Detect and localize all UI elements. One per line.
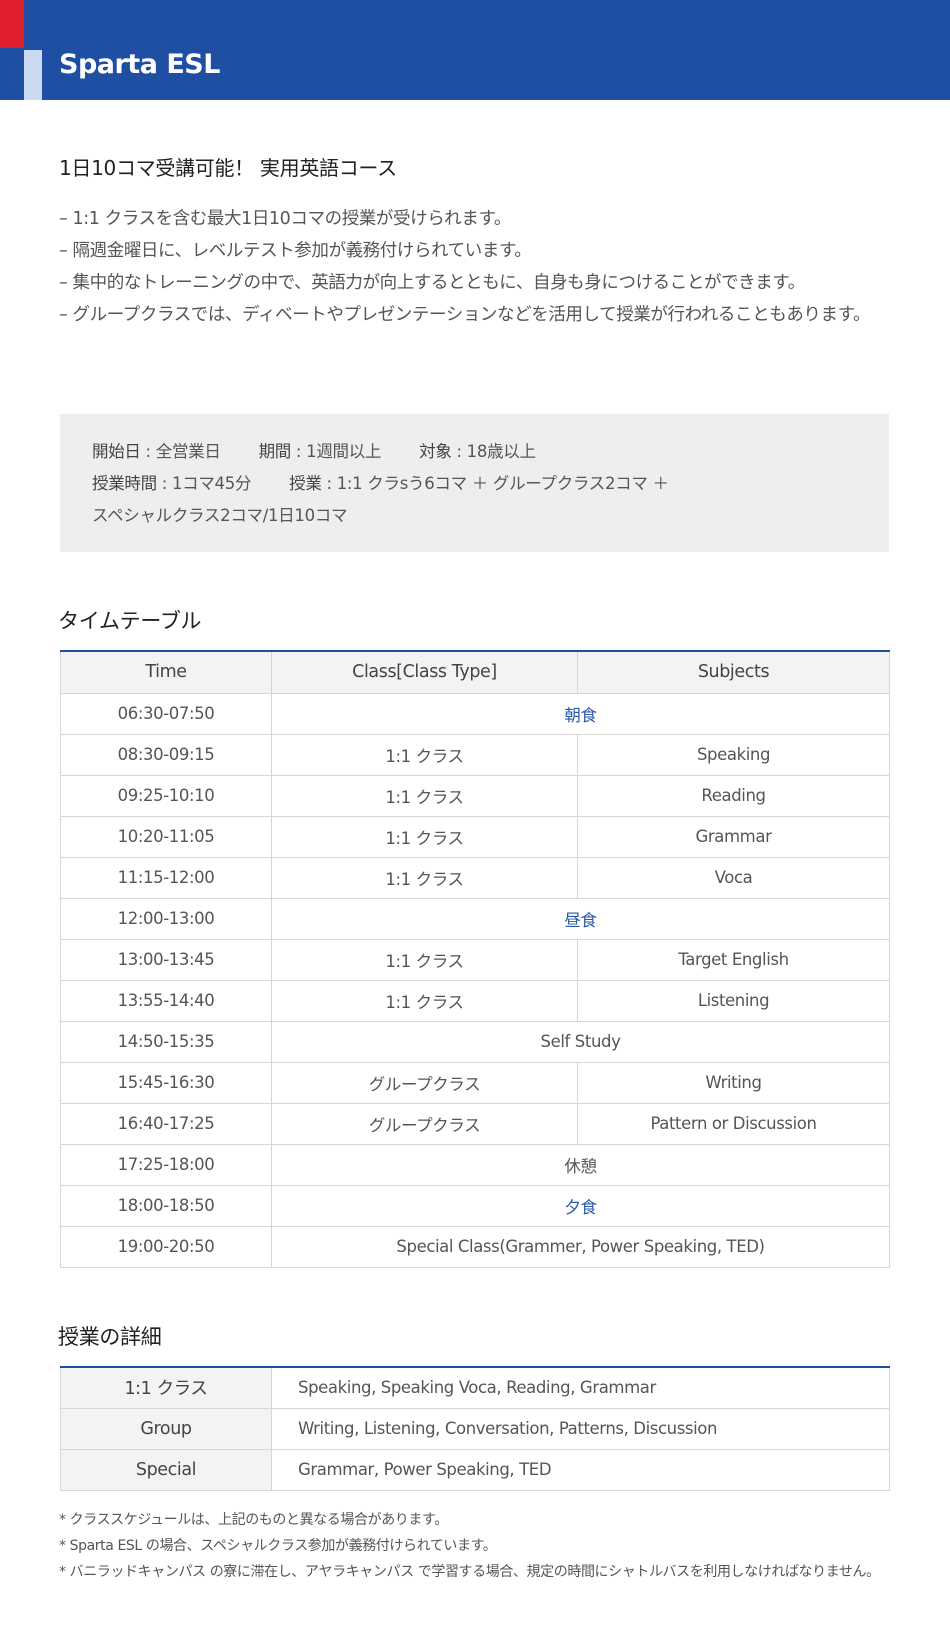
feature-item: – 1:1 クラスを含む最大1日10コマの授業が受けられます。 [59, 209, 511, 229]
table-row: Group Writing, Listening, Conversation, … [60, 1407, 890, 1450]
table-row: Special Grammar, Power Speaking, TED [60, 1448, 890, 1491]
subject-cell: Target English [577, 938, 890, 981]
merged-cell: 夕食 [271, 1184, 890, 1227]
note-item: * クラススケジュールは、上記のものと異なる場合があります。 [59, 1512, 448, 1528]
detail-content: Writing, Listening, Conversation, Patter… [271, 1407, 890, 1450]
table-row: 10:20-11:05 1:1 クラス Grammar [60, 815, 890, 858]
table-row: 09:25-10:10 1:1 クラス Reading [60, 774, 890, 817]
note-item: * Sparta ESL の場合、スペシャルクラス参加が義務付けられています。 [59, 1538, 497, 1554]
time-cell: 09:25-10:10 [60, 774, 272, 817]
info-line-3: スペシャルクラス2コマ/1日10コマ [92, 506, 348, 525]
table-row: 1:1 クラス Speaking, Speaking Voca, Reading… [60, 1366, 890, 1409]
table-row: 11:15-12:00 1:1 クラス Voca [60, 856, 890, 899]
period-value: : 1週間以上 [290, 442, 382, 461]
time-cell: 17:25-18:00 [60, 1143, 272, 1186]
time-cell: 15:45-16:30 [60, 1061, 272, 1104]
table-row: 16:40-17:25 グループクラス Pattern or Discussio… [60, 1102, 890, 1145]
column-header-subjects: Subjects [577, 650, 890, 694]
merged-cell: 休憩 [271, 1143, 890, 1186]
hours-value: : 1コマ45分 [156, 474, 252, 493]
table-row: 13:55-14:40 1:1 クラス Listening [60, 979, 890, 1022]
subject-cell: Pattern or Discussion [577, 1102, 890, 1145]
time-cell: 14:50-15:35 [60, 1020, 272, 1063]
subject-cell: Writing [577, 1061, 890, 1104]
course-features-list: – 1:1 クラスを含む最大1日10コマの授業が受けられます。 – 隔週金曜日に… [59, 203, 870, 331]
feature-item: – グループクラスでは、ディベートやプレゼンテーションなどを活用して授業が行われ… [59, 305, 871, 325]
lessons-value: : 1:1 クラsう6コマ ＋ グループクラス2コマ ＋ [321, 474, 670, 493]
time-cell: 11:15-12:00 [60, 856, 272, 899]
detail-label: 1:1 クラス [60, 1366, 272, 1409]
period-label: 期間 [258, 442, 292, 461]
subject-cell: Reading [577, 774, 890, 817]
start-label: 開始日 [92, 442, 141, 461]
note-item: * バニラッドキャンパス の寮に滞在し、アヤラキャンパス で学習する場合、規定の… [59, 1564, 880, 1580]
time-cell: 08:30-09:15 [60, 733, 272, 776]
table-row: 06:30-07:50 朝食 [60, 692, 890, 735]
table-row: 13:00-13:45 1:1 クラス Target English [60, 938, 890, 981]
detail-content: Grammar, Power Speaking, TED [271, 1448, 890, 1491]
feature-item: – 集中的なトレーニングの中で、英語力が向上するとともに、自身も身につけることが… [59, 273, 805, 293]
merged-cell: Self Study [271, 1020, 890, 1063]
table-row: 17:25-18:00 休憩 [60, 1143, 890, 1186]
detail-content: Speaking, Speaking Voca, Reading, Gramma… [271, 1366, 890, 1409]
column-header-time: Time [60, 650, 272, 694]
class-cell: 1:1 クラス [271, 856, 578, 899]
class-cell: 1:1 クラス [271, 938, 578, 981]
table-row: 08:30-09:15 1:1 クラス Speaking [60, 733, 890, 776]
time-cell: 13:55-14:40 [60, 979, 272, 1022]
details-title: 授業の詳細 [58, 1325, 162, 1349]
class-cell: 1:1 クラス [271, 733, 578, 776]
time-cell: 10:20-11:05 [60, 815, 272, 858]
page-title: Sparta ESL [59, 49, 220, 80]
timetable-header-row: Time Class[Class Type] Subjects [60, 650, 890, 694]
time-cell: 18:00-18:50 [60, 1184, 272, 1227]
page-header: Sparta ESL [0, 0, 950, 100]
header-accent-red [0, 0, 24, 48]
feature-item: – 隔週金曜日に、レベルテスト参加が義務付けられています。 [59, 241, 532, 261]
class-cell: グループクラス [271, 1102, 578, 1145]
target-value: : 18歳以上 [451, 442, 536, 461]
info-line-1: 開始日 : 全営業日 期間 : 1週間以上 対象 : 18歳以上 [92, 436, 857, 468]
subject-cell: Grammar [577, 815, 890, 858]
class-details-table: 1:1 クラス Speaking, Speaking Voca, Reading… [60, 1366, 890, 1491]
table-row: 15:45-16:30 グループクラス Writing [60, 1061, 890, 1104]
time-cell: 13:00-13:45 [60, 938, 272, 981]
merged-cell: 朝食 [271, 692, 890, 735]
table-row: 12:00-13:00 昼食 [60, 897, 890, 940]
detail-label: Special [60, 1448, 272, 1491]
time-cell: 19:00-20:50 [60, 1225, 272, 1268]
detail-label: Group [60, 1407, 272, 1450]
table-row: 18:00-18:50 夕食 [60, 1184, 890, 1227]
course-info-box: 開始日 : 全営業日 期間 : 1週間以上 対象 : 18歳以上 授業時間 : 1コ… [60, 414, 889, 552]
notes-list: * クラススケジュールは、上記のものと異なる場合があります。 * Sparta … [59, 1507, 880, 1585]
subject-cell: Listening [577, 979, 890, 1022]
merged-cell: 昼食 [271, 897, 890, 940]
merged-cell: Special Class(Grammer, Power Speaking, T… [271, 1225, 890, 1268]
class-cell: 1:1 クラス [271, 815, 578, 858]
lessons-label: 授業 [289, 474, 322, 493]
course-heading: 1日10コマ受講可能！ 実用英語コース [59, 156, 397, 180]
class-cell: グループクラス [271, 1061, 578, 1104]
timetable-title: タイムテーブル [58, 609, 202, 633]
subject-cell: Speaking [577, 733, 890, 776]
time-cell: 06:30-07:50 [60, 692, 272, 735]
table-row: 19:00-20:50 Special Class(Grammer, Power… [60, 1225, 890, 1268]
timetable: Time Class[Class Type] Subjects 06:30-07… [60, 650, 890, 1268]
time-cell: 12:00-13:00 [60, 897, 272, 940]
class-cell: 1:1 クラス [271, 774, 578, 817]
info-line-2: 授業時間 : 1コマ45分 授業 : 1:1 クラsう6コマ ＋ グループクラス2… [92, 468, 857, 500]
header-accent-bar [24, 50, 42, 100]
target-label: 対象 [419, 442, 452, 461]
table-row: 14:50-15:35 Self Study [60, 1020, 890, 1063]
hours-label: 授業時間 [92, 474, 157, 493]
subject-cell: Voca [577, 856, 890, 899]
start-value: : 全営業日 [140, 442, 221, 461]
column-header-class: Class[Class Type] [271, 650, 578, 694]
time-cell: 16:40-17:25 [60, 1102, 272, 1145]
class-cell: 1:1 クラス [271, 979, 578, 1022]
